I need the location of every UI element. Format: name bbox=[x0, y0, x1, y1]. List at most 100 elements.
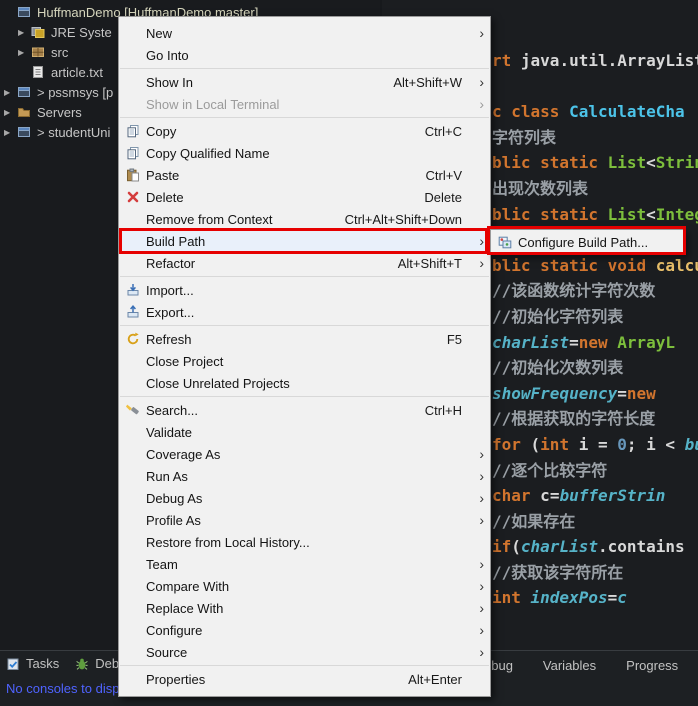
code-line: blic static List<String bbox=[492, 153, 698, 173]
expand-arrow-icon[interactable]: ▶ bbox=[4, 108, 17, 117]
icon-slot bbox=[124, 556, 142, 572]
menu-item-restore-from-local-history[interactable]: Restore from Local History... bbox=[119, 531, 490, 553]
bottom-view-tabs: Tasks Debug bbox=[6, 656, 134, 671]
menu-item-shortcut: Ctrl+Alt+Shift+Down bbox=[344, 211, 462, 227]
menu-item-debug-as[interactable]: Debug As › bbox=[119, 487, 490, 509]
submenu-arrow-icon: › bbox=[479, 25, 484, 41]
menu-item-remove-from-context[interactable]: Remove from Context Ctrl+Alt+Shift+Down bbox=[119, 208, 490, 230]
view-tab-variables[interactable]: Variables bbox=[543, 658, 596, 673]
view-tab-progress[interactable]: Progress bbox=[626, 658, 678, 673]
icon-slot bbox=[124, 211, 142, 227]
menu-item-label: New bbox=[146, 25, 173, 41]
menu-item-team[interactable]: Team › bbox=[119, 553, 490, 575]
menu-item-label: Validate bbox=[146, 424, 193, 440]
menu-item-coverage-as[interactable]: Coverage As › bbox=[119, 443, 490, 465]
menu-item-close-unrelated-projects[interactable]: Close Unrelated Projects bbox=[119, 372, 490, 394]
menu-item-refresh[interactable]: Refresh F5 bbox=[119, 328, 490, 350]
context-menu: New › Go Into Show In Alt+Shift+W › Show in Lo… bbox=[118, 16, 491, 697]
submenu-arrow-icon: › bbox=[479, 468, 484, 484]
menu-item-label: Paste bbox=[146, 167, 180, 183]
tree-item-label: JRE Syste bbox=[51, 24, 112, 40]
icon-slot bbox=[124, 468, 142, 484]
menu-item-label: Import... bbox=[146, 282, 194, 298]
menu-item-new[interactable]: New › bbox=[119, 22, 490, 44]
code-line: 出现次数列表 bbox=[492, 178, 589, 198]
console-message: No consoles to disp bbox=[6, 681, 120, 696]
menu-item-delete[interactable]: Delete Delete bbox=[119, 186, 490, 208]
file-icon bbox=[31, 65, 47, 79]
import-icon bbox=[124, 282, 142, 298]
code-line: //初始化字符列表 bbox=[492, 306, 624, 326]
menu-item-shortcut: Alt+Shift+W bbox=[393, 74, 462, 90]
project-icon bbox=[17, 85, 33, 99]
search-icon bbox=[124, 402, 142, 418]
menu-item-label: Refactor bbox=[146, 255, 196, 271]
menu-item-label: Coverage As bbox=[146, 446, 221, 462]
tasks-icon bbox=[6, 657, 22, 671]
menu-item-copy[interactable]: Copy Ctrl+C bbox=[119, 120, 490, 142]
menu-separator bbox=[120, 276, 489, 277]
icon-slot bbox=[124, 644, 142, 660]
menu-item-label: Remove from Context bbox=[146, 211, 273, 227]
menu-item-source[interactable]: Source › bbox=[119, 641, 490, 663]
code-line: //该函数统计字符次数 bbox=[492, 281, 656, 301]
menu-item-label: Properties bbox=[146, 671, 206, 687]
project-icon bbox=[17, 125, 33, 139]
menu-item-label: Source bbox=[146, 644, 188, 660]
icon-slot bbox=[124, 424, 142, 440]
code-line: //如果存在 bbox=[492, 511, 576, 531]
icon-slot bbox=[124, 512, 142, 528]
menu-item-replace-with[interactable]: Replace With › bbox=[119, 597, 490, 619]
menu-item-copy-qualified-name[interactable]: Copy Qualified Name bbox=[119, 142, 490, 164]
submenu-arrow-icon: › bbox=[479, 644, 484, 660]
menu-item-properties[interactable]: Properties Alt+Enter bbox=[119, 668, 490, 690]
expand-arrow-icon[interactable]: ▶ bbox=[18, 28, 31, 37]
menu-item-run-as[interactable]: Run As › bbox=[119, 465, 490, 487]
menu-item-paste[interactable]: Paste Ctrl+V bbox=[119, 164, 490, 186]
code-line: blic static void calcu bbox=[492, 255, 698, 275]
menu-item-import[interactable]: Import... bbox=[119, 279, 490, 301]
submenu-arrow-icon: › bbox=[479, 74, 484, 90]
menu-item-go-into[interactable]: Go Into bbox=[119, 44, 490, 66]
menu-item-shortcut: Alt+Shift+T bbox=[397, 255, 462, 271]
menu-separator bbox=[120, 665, 489, 666]
copy-icon bbox=[124, 145, 142, 161]
submenu-arrow-icon: › bbox=[479, 622, 484, 638]
expand-arrow-icon[interactable]: ▶ bbox=[4, 128, 17, 137]
tree-item-label: Servers bbox=[37, 104, 82, 120]
icon-slot bbox=[124, 578, 142, 594]
menu-item-refactor[interactable]: Refactor Alt+Shift+T › bbox=[119, 252, 490, 274]
folder-icon bbox=[17, 105, 33, 119]
menu-item-export[interactable]: Export... bbox=[119, 301, 490, 323]
tree-item-label: article.txt bbox=[51, 64, 104, 80]
menu-item-shortcut: Alt+Enter bbox=[408, 671, 462, 687]
menu-item-show-in[interactable]: Show In Alt+Shift+W › bbox=[119, 71, 490, 93]
menu-item-show-in-local-terminal[interactable]: Show in Local Terminal › bbox=[119, 93, 490, 115]
submenu-arrow-icon: › bbox=[479, 255, 484, 271]
icon-slot bbox=[124, 47, 142, 63]
debug-icon bbox=[75, 657, 91, 671]
menu-item-shortcut: Ctrl+V bbox=[425, 167, 462, 183]
icon-slot bbox=[124, 534, 142, 550]
menu-item-configure[interactable]: Configure › bbox=[119, 619, 490, 641]
expand-arrow-icon[interactable]: ▶ bbox=[4, 88, 17, 97]
icon-slot bbox=[124, 96, 142, 112]
view-tab-label: Progress bbox=[626, 658, 679, 673]
view-tab-tasks[interactable]: Tasks bbox=[6, 656, 59, 671]
menu-item-profile-as[interactable]: Profile As › bbox=[119, 509, 490, 531]
menu-item-search[interactable]: Search... Ctrl+H bbox=[119, 399, 490, 421]
menu-item-shortcut: Delete bbox=[424, 189, 462, 205]
submenu-arrow-icon: › bbox=[479, 600, 484, 616]
menu-item-close-project[interactable]: Close Project bbox=[119, 350, 490, 372]
menu-item-validate[interactable]: Validate bbox=[119, 421, 490, 443]
expand-arrow-icon[interactable]: ▶ bbox=[18, 48, 31, 57]
copy-icon bbox=[124, 123, 142, 139]
icon-slot bbox=[124, 375, 142, 391]
code-line: rt java.util.ArrayList; bbox=[492, 51, 698, 70]
menu-item-label: Compare With bbox=[146, 578, 230, 594]
menu-item-compare-with[interactable]: Compare With › bbox=[119, 575, 490, 597]
code-line: int indexPos=c bbox=[492, 588, 627, 608]
code-line: //初始化次数列表 bbox=[492, 358, 624, 378]
menu-item-label: Copy bbox=[146, 123, 177, 139]
